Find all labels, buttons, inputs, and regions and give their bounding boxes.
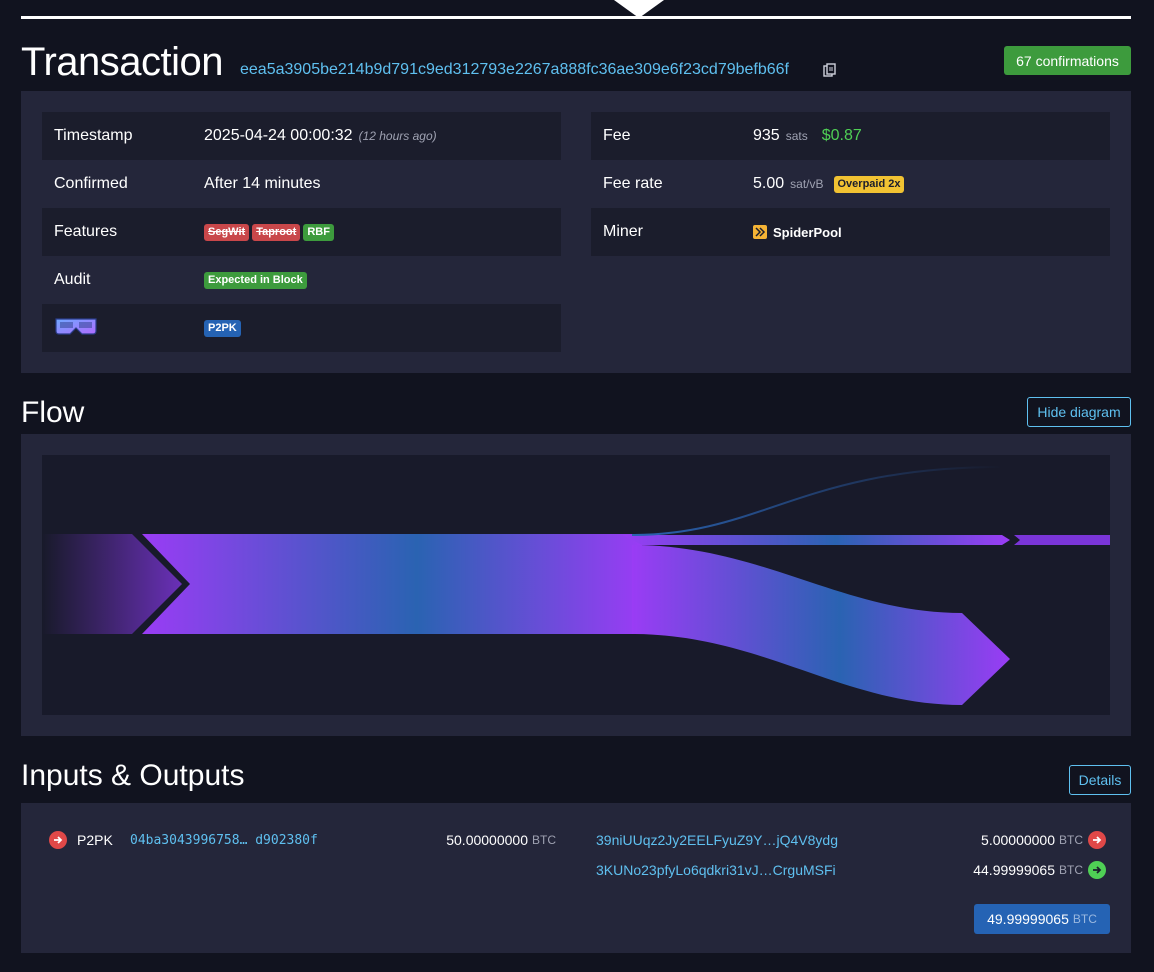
confirmations-badge: 67 confirmations: [1004, 46, 1131, 75]
goggles-icon[interactable]: [55, 317, 97, 335]
input-amount-value: 50.00000000: [446, 832, 528, 848]
top-divider: [21, 16, 1131, 19]
flow-input-stream: [142, 534, 642, 634]
io-panel: P2PK 04ba3043996758… d902380f 50.0000000…: [21, 803, 1131, 953]
flow-diagram: [42, 455, 1110, 715]
output-1-amount-value: 5.00000000: [981, 832, 1055, 848]
output-1-spent-arrow-icon[interactable]: [1088, 831, 1106, 849]
flow-output-1-tail: [1014, 535, 1110, 545]
miner-label: Miner: [603, 223, 644, 240]
output-2-amount: 44.99999065 BTC: [973, 860, 1083, 880]
output-2-amount-unit: BTC: [1059, 863, 1083, 877]
details-button[interactable]: Details: [1069, 765, 1131, 795]
output-2-unspent-arrow-icon[interactable]: [1088, 861, 1106, 879]
timestamp-label: Timestamp: [54, 127, 133, 144]
features-label: Features: [54, 223, 118, 240]
hide-diagram-button[interactable]: Hide diagram: [1027, 397, 1131, 427]
input-arrow-right-icon[interactable]: [49, 831, 67, 849]
confirmed-label: Confirmed: [54, 175, 128, 192]
fee-value: 935: [753, 127, 780, 144]
fee-fiat-value: $0.87: [821, 127, 862, 144]
audit-row: Audit Expected in Block: [42, 256, 561, 304]
io-section-title: Inputs & Outputs: [21, 759, 245, 792]
flow-panel: [21, 434, 1131, 736]
confirmed-value: After 14 minutes: [204, 175, 321, 192]
fee-label: Fee: [603, 127, 631, 144]
total-amount-unit: BTC: [1072, 912, 1097, 926]
feature-segwit-tag[interactable]: SegWit: [204, 223, 250, 241]
flow-output-1: [622, 535, 1010, 545]
fee-rate-label: Fee rate: [603, 175, 663, 192]
fee-rate-row: Fee rate 5.00 sat/vB Overpaid 2x: [591, 160, 1110, 208]
feature-taproot-tag[interactable]: Taproot: [252, 223, 301, 241]
confirmed-row: Confirmed After 14 minutes: [42, 160, 561, 208]
copy-icon[interactable]: [823, 63, 836, 78]
output-1-address-link[interactable]: 39niUUqz2Jy2EELFyuZ9Y…jQ4V8ydg: [596, 830, 838, 850]
feature-rbf-tag[interactable]: RBF: [303, 223, 334, 241]
input-address-link[interactable]: 04ba3043996758… d902380f: [130, 830, 318, 850]
output-1-amount: 5.00000000 BTC: [981, 830, 1083, 850]
output-2-amount-value: 44.99999065: [973, 862, 1055, 878]
timestamp-row: Timestamp 2025-04-24 00:00:32 (12 hours …: [42, 112, 561, 160]
output-2-status: [1088, 860, 1106, 880]
fee-rate-value: 5.00: [753, 175, 785, 192]
top-notch-indicator: [614, 0, 664, 18]
total-amount-badge: 49.99999065 BTC: [974, 904, 1110, 934]
total-amount-value: 49.99999065: [987, 911, 1069, 927]
input-amount-unit: BTC: [532, 833, 556, 847]
timestamp-value: 2025-04-24 00:00:32: [204, 127, 353, 144]
miner-row: Miner SpiderPool: [591, 208, 1110, 256]
details-panel: Timestamp 2025-04-24 00:00:32 (12 hours …: [21, 91, 1131, 373]
input-type: P2PK: [77, 832, 113, 848]
flow-section-title: Flow: [21, 396, 85, 429]
output-2-address-link[interactable]: 3KUNo23pfyLo6qdkri31vJ…CrguMSFi: [596, 860, 836, 880]
output-1-status: [1088, 830, 1106, 850]
page-title: Transaction: [21, 40, 224, 84]
fee-row: Fee 935 sats $0.87: [591, 112, 1110, 160]
spiderpool-logo-icon: [753, 225, 767, 239]
fee-rate-unit: sat/vB: [790, 177, 824, 191]
miner-name-link[interactable]: SpiderPool: [773, 225, 842, 240]
flow-fee-stream: [631, 466, 1003, 536]
input-amount: 50.00000000 BTC: [446, 830, 556, 850]
audit-label: Audit: [54, 271, 91, 288]
input-row: [49, 830, 67, 850]
flow-diagram-svg: [42, 466, 1110, 705]
txid-link[interactable]: eea5a3905be214b9d791c9ed312793e2267a888f…: [240, 61, 789, 79]
fee-unit: sats: [785, 129, 808, 143]
flow-output-2: [632, 545, 1010, 705]
features-row: Features SegWit Taproot RBF: [42, 208, 561, 256]
script-type-tag[interactable]: P2PK: [204, 319, 241, 337]
timestamp-relative: (12 hours ago): [358, 129, 437, 143]
script-row: P2PK: [42, 304, 561, 352]
audit-status-tag[interactable]: Expected in Block: [204, 271, 307, 289]
overpaid-badge[interactable]: Overpaid 2x: [833, 175, 905, 193]
output-1-amount-unit: BTC: [1059, 833, 1083, 847]
